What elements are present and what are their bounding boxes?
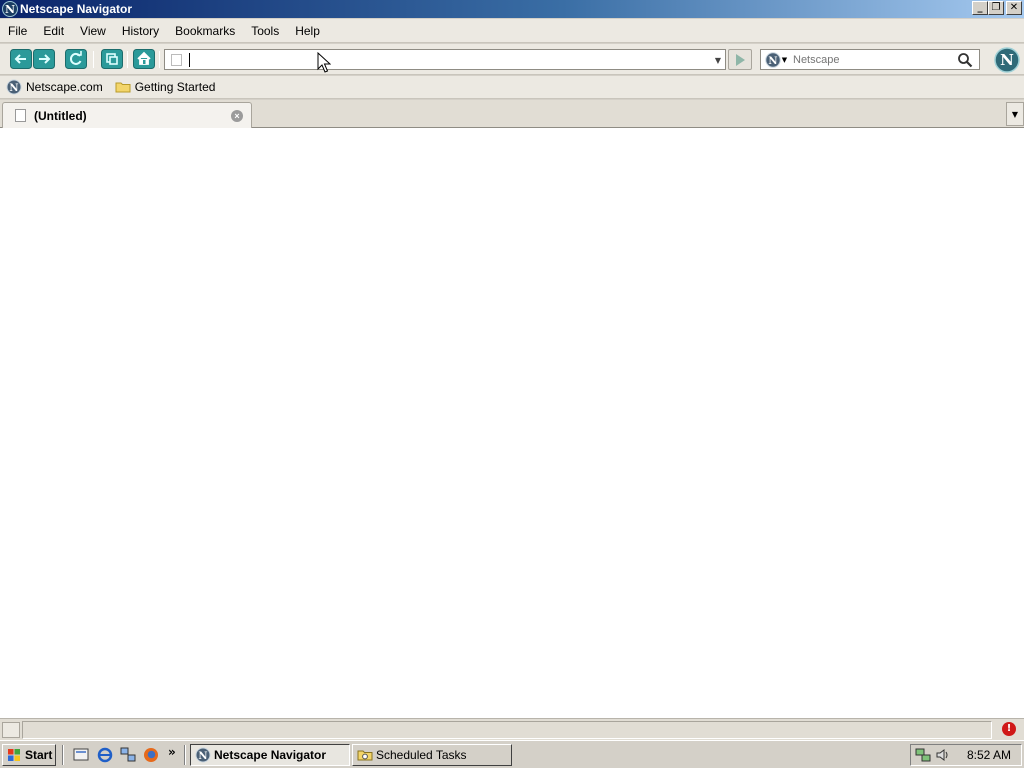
- url-bar[interactable]: ▼: [164, 49, 726, 70]
- magnifier-icon[interactable]: [957, 52, 973, 68]
- folder-icon: [357, 750, 373, 761]
- network-icon[interactable]: [119, 746, 137, 764]
- internet-explorer-icon[interactable]: [96, 746, 114, 764]
- back-button[interactable]: [10, 49, 32, 69]
- menu-edit[interactable]: Edit: [35, 21, 72, 41]
- bookmark-label: Getting Started: [134, 80, 216, 94]
- stop-button[interactable]: [101, 49, 123, 69]
- svg-text:N: N: [1000, 51, 1014, 69]
- taskbar-separator: [184, 745, 186, 765]
- svg-text:N: N: [768, 56, 777, 67]
- toolbar-separator: [159, 51, 160, 68]
- close-button[interactable]: ✕: [1006, 1, 1022, 15]
- forward-button[interactable]: [33, 49, 55, 69]
- tab-label: (Untitled): [34, 108, 87, 123]
- reload-icon: [65, 49, 87, 69]
- search-input[interactable]: [793, 53, 953, 66]
- menu-bookmarks[interactable]: Bookmarks: [167, 21, 243, 41]
- bookmark-getting-started[interactable]: Getting Started: [109, 77, 222, 97]
- stop-icon: [101, 49, 123, 69]
- bookmark-label: Netscape.com: [26, 80, 103, 94]
- bookmark-netscape[interactable]: N Netscape.com: [0, 77, 109, 97]
- netscape-throbber-icon[interactable]: N: [994, 47, 1020, 73]
- svg-text:N: N: [5, 3, 15, 16]
- alert-icon[interactable]: !: [1002, 722, 1016, 736]
- chevron-down-icon: ▼: [781, 55, 788, 64]
- search-bar[interactable]: N ▼: [760, 49, 980, 70]
- forward-arrow-icon: [33, 49, 55, 69]
- search-engine-selector[interactable]: N ▼: [761, 50, 791, 69]
- home-button[interactable]: [133, 49, 155, 69]
- task-netscape-navigator[interactable]: N Netscape Navigator: [190, 744, 350, 766]
- netscape-n-icon: N: [765, 51, 781, 68]
- tab-list-button[interactable]: ▼: [1006, 102, 1024, 126]
- volume-icon[interactable]: [935, 747, 951, 763]
- svg-text:N: N: [9, 83, 18, 94]
- bookmarks-toolbar: N Netscape.com Getting Started: [0, 76, 1024, 99]
- start-label: Start: [25, 748, 53, 762]
- navigation-toolbar: ▼ N ▼ N: [0, 44, 1024, 75]
- title-bar[interactable]: N Netscape Navigator _ ❐ ✕: [0, 0, 1024, 18]
- menu-history[interactable]: History: [114, 21, 167, 41]
- svg-text:N: N: [198, 751, 207, 762]
- task-scheduled-tasks[interactable]: Scheduled Tasks: [352, 744, 512, 766]
- status-bar: !: [0, 718, 1024, 740]
- mouse-cursor-icon: [317, 52, 331, 73]
- security-status-icon[interactable]: [2, 722, 20, 738]
- netscape-n-icon: N: [2, 1, 18, 17]
- windows-logo-icon: [8, 749, 20, 761]
- folder-icon: [115, 82, 131, 93]
- url-input[interactable]: [190, 51, 690, 68]
- page-icon: [171, 53, 182, 66]
- menu-bar: File Edit View History Bookmarks Tools H…: [0, 19, 1024, 43]
- close-tab-icon[interactable]: ×: [231, 110, 243, 122]
- menu-file[interactable]: File: [0, 21, 35, 41]
- system-tray: 8:52 AM: [910, 744, 1022, 766]
- page-icon: [15, 109, 26, 122]
- task-label: Scheduled Tasks: [376, 748, 467, 762]
- status-text-field: [22, 721, 992, 739]
- clock[interactable]: 8:52 AM: [967, 748, 1011, 762]
- menu-view[interactable]: View: [72, 21, 114, 41]
- tab-untitled[interactable]: (Untitled) ×: [2, 102, 252, 128]
- page-content[interactable]: [0, 128, 1024, 718]
- firefox-icon[interactable]: [142, 746, 160, 764]
- netscape-n-icon: N: [195, 747, 211, 763]
- menu-tools[interactable]: Tools: [243, 21, 287, 41]
- home-icon: [133, 49, 155, 69]
- url-dropdown-icon[interactable]: ▼: [713, 54, 723, 66]
- toolbar-separator: [93, 51, 94, 68]
- minimize-button[interactable]: _: [972, 1, 988, 15]
- taskbar: Start » N Netscape Navigator Scheduled T…: [0, 740, 1024, 768]
- taskbar-separator: [62, 745, 64, 765]
- window-title: Netscape Navigator: [20, 2, 133, 16]
- menu-help[interactable]: Help: [287, 21, 328, 41]
- netscape-n-icon: N: [6, 79, 22, 95]
- show-desktop-icon[interactable]: [72, 746, 90, 764]
- chevron-down-icon: ▼: [1011, 109, 1019, 119]
- reload-button[interactable]: [65, 49, 87, 69]
- toolbar-separator: [127, 51, 128, 68]
- go-arrow-icon: [736, 53, 745, 66]
- back-arrow-icon: [10, 49, 32, 69]
- task-label: Netscape Navigator: [214, 748, 327, 762]
- go-button[interactable]: [728, 49, 752, 70]
- network-status-icon[interactable]: [915, 747, 931, 763]
- start-button[interactable]: Start: [2, 744, 56, 766]
- maximize-button[interactable]: ❐: [988, 1, 1004, 15]
- text-caret: [189, 53, 190, 67]
- tab-strip: (Untitled) × ▼: [0, 100, 1024, 128]
- quick-launch-more-button[interactable]: »: [168, 745, 176, 759]
